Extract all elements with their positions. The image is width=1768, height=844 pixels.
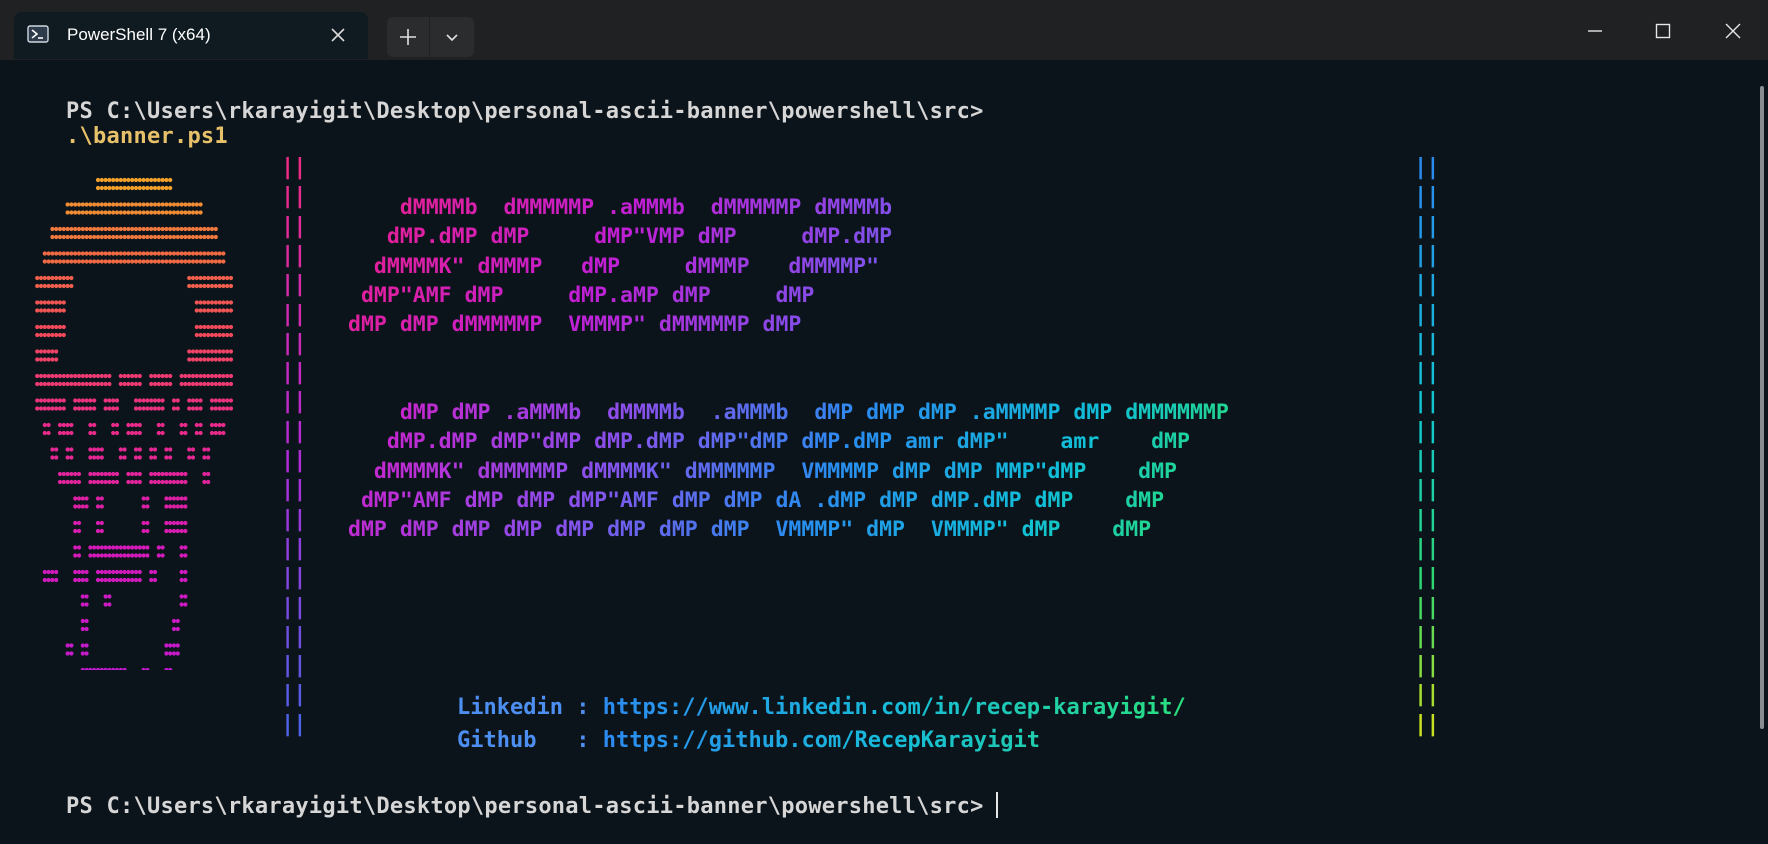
minimize-button[interactable] — [1573, 14, 1617, 48]
border-segment: || — [281, 682, 306, 708]
chevron-down-icon — [446, 34, 458, 42]
border-segment: || — [281, 242, 306, 268]
current-prompt-line: PS C:\Users\rkarayigit\Desktop\personal-… — [12, 767, 998, 844]
border-segment: || — [281, 184, 306, 210]
title-bar: PowerShell 7 (x64) — [0, 0, 1768, 60]
border-segment: || — [1414, 184, 1439, 210]
border-segment: || — [1414, 272, 1439, 298]
github-label: Github : — [456, 728, 603, 753]
powershell-icon — [27, 25, 49, 43]
plus-icon — [400, 29, 416, 45]
border-segment: || — [281, 535, 306, 561]
divider-line — [348, 582, 1370, 585]
portrait-art — [35, 177, 234, 670]
banner-row: dMP.dMP dMP dMP"VMP dMP dMP.dMP — [386, 224, 893, 250]
border-segment: || — [281, 389, 306, 415]
border-segment: || — [1414, 213, 1439, 239]
border-segment: || — [1414, 301, 1439, 327]
maximize-icon — [1655, 23, 1671, 39]
border-segment: || — [1414, 594, 1439, 620]
banner-row: dMMMMb dMMMMMP .aMMMb dMMMMMP dMMMMb — [399, 195, 893, 220]
border-segment: || — [281, 711, 306, 737]
border-segment: || — [1414, 711, 1439, 737]
border-segment: || — [281, 272, 306, 298]
maximize-button[interactable] — [1641, 14, 1685, 48]
border-segment: || — [281, 213, 306, 239]
border-segment: || — [281, 330, 306, 356]
text-cursor — [995, 792, 998, 818]
border-segment: || — [281, 594, 306, 620]
border-segment: || — [281, 653, 306, 679]
scrollbar[interactable] — [1760, 86, 1764, 729]
new-tab-button[interactable] — [387, 17, 429, 57]
border-segment: || — [1414, 535, 1439, 561]
border-segment: || — [1414, 448, 1439, 473]
tab-powershell[interactable]: PowerShell 7 (x64) — [14, 12, 368, 59]
close-icon — [1725, 23, 1741, 39]
border-segment: || — [1414, 506, 1439, 532]
border-segment: || — [281, 448, 306, 473]
border-segment: || — [1414, 623, 1439, 649]
border-segment: || — [1414, 565, 1439, 591]
close-window-button[interactable] — [1711, 14, 1755, 48]
banner-row: dMP dMP dMP dMP dMP dMP dMP dMP VMMMP" d… — [348, 517, 1152, 543]
border-segment: || — [281, 418, 306, 444]
border-segment: || — [281, 301, 306, 327]
tab-dropdown-button[interactable] — [430, 17, 474, 57]
terminal-area[interactable]: PS C:\Users\rkarayigit\Desktop\personal-… — [0, 60, 1768, 819]
border-segment: || — [1414, 330, 1439, 356]
border-segment: || — [1414, 360, 1439, 386]
border-segment: || — [281, 623, 306, 649]
border-segment: || — [1414, 653, 1439, 679]
prompt-path: PS C:\Users\rkarayigit\Desktop\personal-… — [65, 794, 984, 819]
tab-title: PowerShell 7 (x64) — [67, 25, 211, 44]
border-segment: || — [281, 477, 306, 503]
close-icon[interactable] — [330, 27, 346, 43]
banner-row: dMP"AMF dMP dMP dMP"AMF dMP dMP dA .dMP … — [360, 487, 1165, 513]
banner-row: dMMMMK" dMMMMMP dMMMMK" dMMMMMP VMMMMP d… — [373, 458, 1177, 484]
border-segment: || — [1414, 418, 1439, 444]
banner-row: dMP dMP .aMMMb dMMMMb .aMMMb dMP dMP dMP… — [399, 400, 1229, 425]
border-segment: || — [281, 565, 306, 591]
banner-row: dMP.dMP dMP"dMP dMP.dMP dMP"dMP dMP.dMP … — [386, 429, 1190, 455]
border-segment: || — [1414, 682, 1439, 708]
minimize-icon — [1588, 30, 1602, 32]
divider-line — [348, 614, 1370, 617]
border-segment: || — [1414, 477, 1439, 503]
banner-row: dMP dMP dMMMMMP VMMMP" dMMMMMP dMP — [348, 312, 802, 338]
github-link[interactable]: https://github.com/RecepKarayigit — [603, 728, 1040, 753]
banner-row: dMMMMK" dMMMP dMP dMMMP dMMMMP" — [373, 253, 880, 279]
border-segment: || — [1414, 389, 1439, 415]
border-segment: || — [1414, 242, 1439, 268]
border-segment: || — [1414, 155, 1439, 180]
border-segment: || — [281, 155, 306, 180]
border-segment: || — [281, 506, 306, 532]
border-segment: || — [281, 360, 306, 386]
banner-row: dMP"AMF dMP dMP.aMP dMP dMP — [360, 282, 815, 308]
